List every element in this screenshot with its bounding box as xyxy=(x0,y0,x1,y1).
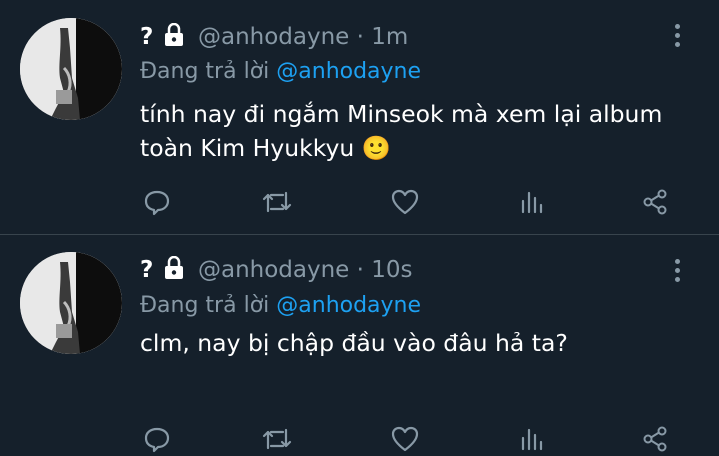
user-handle[interactable]: @anhodayne xyxy=(198,257,349,283)
replying-to: Đang trả lời @anhodayne xyxy=(140,291,421,321)
tweet[interactable]: ? @anhodayne · 10s Đang trả lời @anhoday… xyxy=(0,234,719,453)
tweet-header: ? @anhodayne · 10s xyxy=(140,255,413,288)
analytics-icon[interactable] xyxy=(514,422,548,456)
replying-label: Đang trả lời xyxy=(140,59,270,84)
like-icon[interactable] xyxy=(388,422,422,456)
tweet-header: ? @anhodayne · 1m xyxy=(140,22,408,55)
tweet-timestamp[interactable]: 10s xyxy=(371,257,412,283)
lock-icon xyxy=(163,22,185,55)
replying-label: Đang trả lời xyxy=(140,293,270,318)
tweet[interactable]: ? @anhodayne · 1m Đang trả lời @anhodayn… xyxy=(0,0,719,234)
separator-dot: · xyxy=(356,24,364,50)
reply-icon[interactable] xyxy=(140,185,174,219)
share-icon[interactable] xyxy=(638,185,672,219)
replying-to: Đang trả lời @anhodayne xyxy=(140,57,421,87)
analytics-icon[interactable] xyxy=(514,185,548,219)
tweet-actions xyxy=(140,422,680,456)
more-vertical-icon[interactable] xyxy=(675,259,683,286)
share-icon[interactable] xyxy=(638,422,672,456)
retweet-icon[interactable] xyxy=(260,185,294,219)
more-vertical-icon[interactable] xyxy=(675,24,683,51)
like-icon[interactable] xyxy=(388,185,422,219)
lock-icon xyxy=(163,255,185,288)
display-name[interactable]: ? xyxy=(140,24,153,50)
retweet-icon[interactable] xyxy=(260,422,294,456)
tweet-text: tính nay đi ngắm Minseok mà xem lại albu… xyxy=(140,100,663,162)
tweet-timestamp[interactable]: 1m xyxy=(371,24,408,50)
avatar[interactable] xyxy=(20,252,122,354)
user-handle[interactable]: @anhodayne xyxy=(198,24,349,50)
reply-icon[interactable] xyxy=(140,422,174,456)
display-name[interactable]: ? xyxy=(140,257,153,283)
replying-to-link[interactable]: @anhodayne xyxy=(276,293,421,318)
replying-to-link[interactable]: @anhodayne xyxy=(276,59,421,84)
avatar[interactable] xyxy=(20,18,122,120)
tweet-text: clm, nay bị chập đầu vào đâu hả ta? xyxy=(140,329,568,357)
tweet-actions xyxy=(140,185,680,219)
separator-dot: · xyxy=(356,257,364,283)
